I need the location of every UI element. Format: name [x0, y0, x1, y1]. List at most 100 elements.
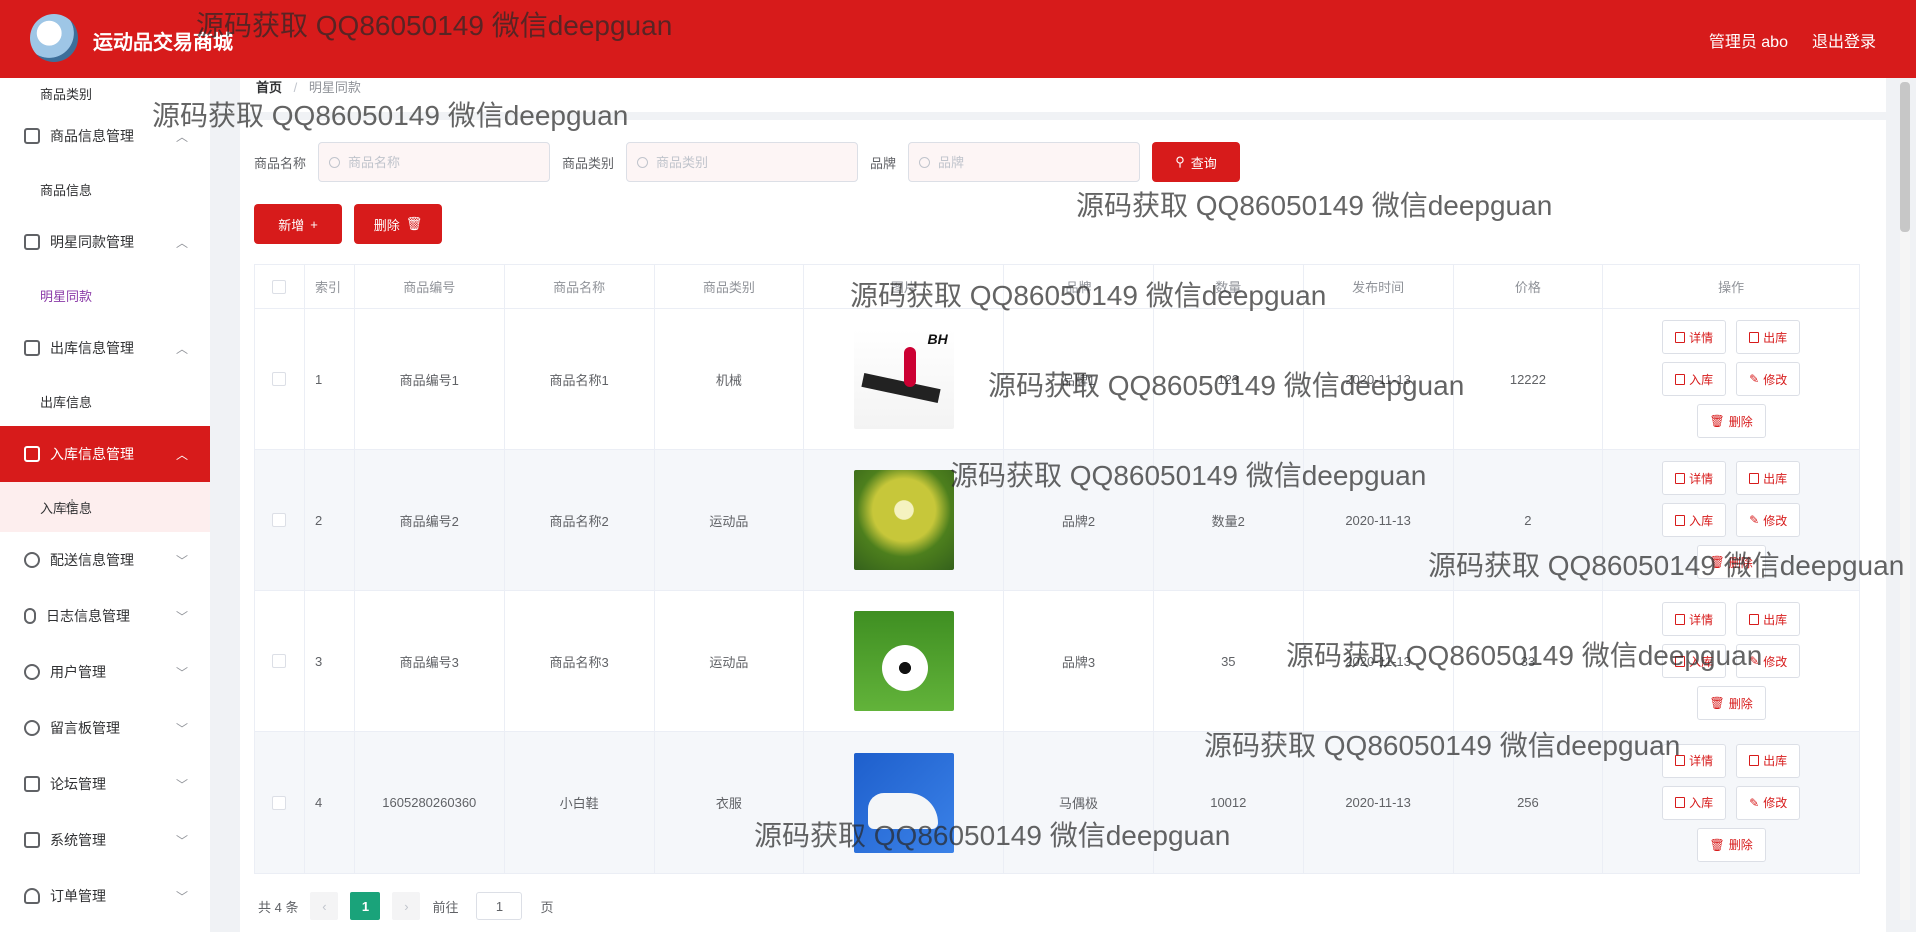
sidebar-group-outbound[interactable]: 出库信息管理 ︿ [0, 320, 210, 376]
main-content: 首页 / 明星同款 商品名称 商品类别 品牌 ⚲ 查询 [210, 78, 1916, 932]
brand-field[interactable] [908, 142, 1141, 182]
total-count: 共 4 条 [258, 899, 299, 915]
inbound-button[interactable]: 入库 [1662, 785, 1727, 820]
cell-price: 256 [1454, 732, 1604, 873]
detail-label: 详情 [1689, 754, 1714, 768]
search-icon: ⚲ [1175, 154, 1185, 169]
edit-label: 修改 [1763, 372, 1788, 387]
scrollbar-thumb[interactable] [1900, 82, 1910, 232]
query-button[interactable]: ⚲ 查询 [1152, 142, 1241, 182]
goto-page-input[interactable]: 1 [476, 892, 523, 920]
delete-button[interactable]: 🗑 删除 [1696, 545, 1766, 579]
detail-button[interactable]: 详情 [1662, 320, 1727, 354]
row-checkbox[interactable] [272, 795, 287, 810]
page-1-button[interactable]: 1 [350, 892, 381, 920]
inbound-button[interactable]: 入库 [1662, 644, 1727, 678]
edit-button[interactable]: ✎ 修改 [1736, 362, 1801, 396]
delete-button[interactable]: 🗑 删除 [1696, 686, 1766, 720]
document-icon [1749, 472, 1760, 484]
sidebar-item-star-products[interactable]: 明星同款 [0, 270, 210, 320]
sidebar-group-system[interactable]: 系统管理 ﹀ [0, 812, 210, 868]
document-icon [1675, 514, 1686, 526]
document-icon [1675, 797, 1686, 808]
edit-button[interactable]: ✎ 修改 [1736, 503, 1801, 537]
sidebar-group-logs[interactable]: 日志信息管理 ﹀ [0, 588, 210, 644]
image-brand-text: BH [927, 331, 948, 347]
header-code: 商品编号 [355, 265, 505, 308]
table-row: 4 1605280260360 小白鞋 衣服 马偶极 10012 2020-11… [255, 732, 1859, 873]
next-page-button[interactable]: › [392, 892, 421, 920]
inbound-button[interactable]: 入库 [1662, 503, 1727, 537]
copy-icon [24, 234, 40, 250]
logo [30, 14, 78, 62]
inbound-label: 入库 [1689, 513, 1714, 528]
outbound-button[interactable]: 出库 [1736, 461, 1801, 495]
sidebar-group-orders[interactable]: 订单管理 ﹀ [0, 868, 210, 924]
chevron-up-icon: ︿ [175, 342, 188, 356]
table-header: 索引 商品编号 商品名称 商品类别 图片 品牌 数量 发布时间 价格 操作 [255, 265, 1859, 309]
outbound-button[interactable]: 出库 [1736, 320, 1801, 354]
sidebar-item-product-category[interactable]: 商品类别 [0, 78, 210, 108]
sidebar-group-messages[interactable]: 留言板管理 ﹀ [0, 700, 210, 756]
row-checkbox[interactable] [272, 513, 287, 527]
sidebar-group-forum[interactable]: 论坛管理 ﹀ [0, 756, 210, 812]
product-category-field[interactable] [626, 142, 859, 182]
header-category: 商品类别 [655, 265, 805, 308]
logout-button[interactable]: 退出登录 [1812, 28, 1876, 52]
edit-button[interactable]: ✎ 修改 [1736, 644, 1801, 678]
cell-name: 商品名称2 [505, 450, 655, 590]
brand-input[interactable] [938, 154, 1119, 170]
microphone-icon [24, 608, 36, 624]
user-label[interactable]: 管理员 abo [1709, 28, 1788, 52]
sidebar-group-product-info[interactable]: 商品信息管理 ︿ [0, 108, 210, 164]
prev-page-button[interactable]: ‹ [310, 892, 339, 920]
chevron-down-icon: ﹀ [175, 554, 188, 568]
breadcrumb-current: 明星同款 [308, 80, 361, 95]
delete-button[interactable]: 🗑 删除 [1696, 827, 1766, 862]
inbound-label: 入库 [1689, 654, 1714, 669]
search-form: 商品名称 商品类别 品牌 ⚲ 查询 [254, 142, 1241, 182]
edit-button[interactable]: ✎ 修改 [1736, 785, 1801, 820]
select-all-checkbox[interactable] [272, 279, 287, 294]
sidebar-item-outbound[interactable]: 出库信息 [0, 376, 210, 426]
product-name-input[interactable] [348, 154, 529, 170]
outbound-label: 出库 [1763, 330, 1788, 345]
add-button[interactable]: 新增 + [254, 204, 342, 244]
trash-icon: 🗑 [1709, 555, 1725, 569]
detail-button[interactable]: 详情 [1662, 461, 1727, 495]
cell-category: 运动品 [655, 450, 805, 590]
sidebar-item-inbound[interactable]: 入库信息 [0, 482, 210, 532]
chevron-up-icon: ︿ [175, 130, 188, 144]
inbound-button[interactable]: 入库 [1662, 362, 1727, 396]
detail-button[interactable]: 详情 [1662, 743, 1727, 778]
briefcase-icon [24, 446, 40, 462]
sidebar-group-inbound[interactable]: 入库信息管理 ︿ [0, 426, 210, 482]
goto-prefix: 前往 [432, 899, 459, 915]
row-checkbox[interactable] [272, 372, 287, 386]
breadcrumb-home[interactable]: 首页 [256, 80, 282, 95]
circle-icon [24, 664, 40, 680]
product-category-input[interactable] [656, 154, 837, 170]
sidebar-group-label: 系统管理 [50, 832, 106, 848]
sidebar-group-delivery[interactable]: 配送信息管理 ﹀ [0, 532, 210, 588]
sidebar-item-product-info[interactable]: 商品信息 [0, 164, 210, 214]
sidebar-group-star-products[interactable]: 明星同款管理 ︿ [0, 214, 210, 270]
batch-delete-button[interactable]: 删除 🗑 [354, 204, 442, 244]
sidebar-group-users[interactable]: 用户管理 ﹀ [0, 644, 210, 700]
cell-index: 3 [305, 591, 355, 731]
chevron-down-icon: ﹀ [175, 666, 188, 680]
cell-category: 运动品 [655, 591, 805, 731]
cell-code: 1605280260360 [355, 732, 505, 873]
action-bar: 新增 + 删除 🗑 [254, 204, 442, 244]
outbound-button[interactable]: 出库 [1736, 743, 1801, 778]
outbound-button[interactable]: 出库 [1736, 602, 1801, 636]
detail-button[interactable]: 详情 [1662, 602, 1727, 636]
product-name-field[interactable] [318, 142, 551, 182]
detail-label: 详情 [1689, 471, 1714, 486]
edit-label: 修改 [1763, 654, 1788, 669]
document-icon [1675, 655, 1686, 667]
edit-label: 修改 [1763, 796, 1788, 810]
delete-button[interactable]: 🗑 删除 [1696, 404, 1766, 438]
delete-button-label: 删除 [373, 217, 400, 233]
row-checkbox[interactable] [272, 654, 287, 668]
